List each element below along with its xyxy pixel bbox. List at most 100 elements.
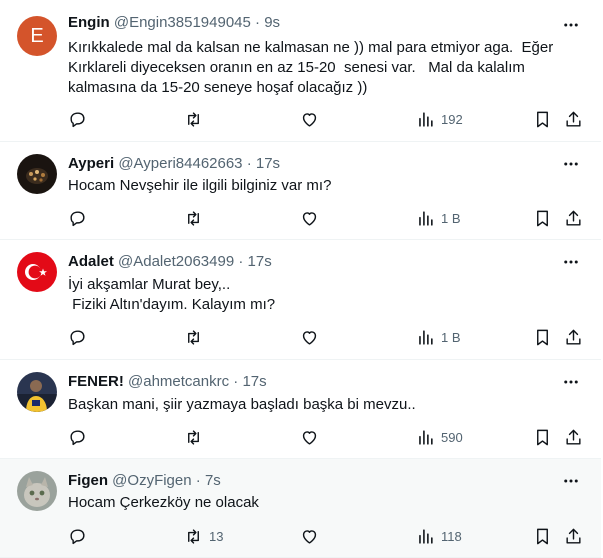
reply-icon xyxy=(70,528,85,544)
timestamp[interactable]: 9s xyxy=(264,14,280,31)
reply-button[interactable] xyxy=(68,207,87,229)
retweet-icon xyxy=(188,210,199,226)
user-handle[interactable]: @Ayperi84462663 xyxy=(118,155,242,172)
retweet-icon xyxy=(188,528,199,544)
user-handle[interactable]: @OzyFigen xyxy=(112,472,191,489)
retweet-count: 13 xyxy=(209,528,224,544)
views-button[interactable]: 1 B xyxy=(416,207,461,229)
avatar[interactable]: E xyxy=(17,16,57,56)
share-button[interactable] xyxy=(564,326,583,348)
more-icon[interactable] xyxy=(559,372,583,392)
share-icon xyxy=(566,429,581,445)
views-button[interactable]: 590 xyxy=(416,426,463,448)
tweet-text: İyi akşamlar Murat bey,.. Fiziki Altın'd… xyxy=(68,276,276,313)
avatar[interactable] xyxy=(17,471,57,511)
views-button[interactable]: 118 xyxy=(416,525,462,547)
timestamp[interactable]: 17s xyxy=(248,253,272,270)
share-button[interactable] xyxy=(564,426,583,448)
views-count: 192 xyxy=(441,111,463,127)
separator-dot: · xyxy=(195,472,201,489)
user-handle[interactable]: @ahmetcankrc xyxy=(128,373,229,390)
like-button[interactable] xyxy=(300,108,319,130)
views-icon xyxy=(419,111,433,127)
bookmark-button[interactable] xyxy=(533,207,552,229)
display-name[interactable]: FENER! xyxy=(68,373,124,390)
views-icon xyxy=(419,528,433,544)
retweet-button[interactable] xyxy=(184,326,209,348)
bookmark-button[interactable] xyxy=(533,525,552,547)
avatar[interactable] xyxy=(17,252,57,292)
bookmark-icon xyxy=(537,528,548,544)
tweet-text: Kırıkkalede mal da kalsan ne kalmasan ne… xyxy=(68,39,554,96)
retweet-icon xyxy=(188,429,199,445)
retweet-icon xyxy=(188,111,199,127)
like-icon xyxy=(302,529,317,544)
timestamp[interactable]: 7s xyxy=(205,472,221,489)
separator-dot: · xyxy=(246,155,252,172)
more-icon[interactable] xyxy=(559,252,583,272)
share-icon xyxy=(566,210,581,226)
separator-dot: · xyxy=(255,14,261,31)
display-name[interactable]: Engin xyxy=(68,14,110,31)
reply-icon xyxy=(70,429,85,445)
retweet-button[interactable] xyxy=(184,207,209,229)
bookmark-icon xyxy=(537,111,548,127)
separator-dot: · xyxy=(233,373,239,390)
like-button[interactable] xyxy=(300,426,319,448)
action-bar: 590 xyxy=(68,426,588,448)
bookmark-button[interactable] xyxy=(533,108,552,130)
share-button[interactable] xyxy=(564,108,583,130)
display-name[interactable]: Figen xyxy=(68,472,108,489)
bookmark-button[interactable] xyxy=(533,426,552,448)
share-icon xyxy=(566,329,581,345)
tweet-ayperi[interactable]: Ayperi @Ayperi84462663 · 17s Hocam Nevşe… xyxy=(0,142,601,240)
user-handle[interactable]: @Engin3851949045 xyxy=(114,14,251,31)
tweet-header: FENER! @ahmetcankrc · 17s xyxy=(68,372,267,392)
tweet-header: Ayperi @Ayperi84462663 · 17s xyxy=(68,154,280,174)
reply-icon xyxy=(70,210,85,226)
like-icon xyxy=(302,112,317,127)
tweet-engin[interactable]: E Engin @Engin3851949045 · 9s Kırıkkaled… xyxy=(0,0,601,142)
views-count: 1 B xyxy=(441,210,461,226)
bookmark-button[interactable] xyxy=(533,326,552,348)
views-count: 1 B xyxy=(441,329,461,345)
like-button[interactable] xyxy=(300,326,319,348)
timestamp[interactable]: 17s xyxy=(256,155,280,172)
tweet-header: Adalet @Adalet2063499 · 17s xyxy=(68,252,272,272)
tweet-header: Figen @OzyFigen · 7s xyxy=(68,471,221,491)
tweet-fener[interactable]: FENER! @ahmetcankrc · 17s Başkan mani, ş… xyxy=(0,360,601,459)
display-name[interactable]: Adalet xyxy=(68,253,114,270)
timestamp[interactable]: 17s xyxy=(242,373,266,390)
reply-button[interactable] xyxy=(68,525,87,547)
share-icon xyxy=(566,528,581,544)
more-icon[interactable] xyxy=(559,15,583,35)
reply-button[interactable] xyxy=(68,108,87,130)
avatar[interactable] xyxy=(17,372,57,412)
views-button[interactable]: 192 xyxy=(416,108,463,130)
reply-button[interactable] xyxy=(68,326,87,348)
retweet-button[interactable] xyxy=(184,426,209,448)
tweet-figen[interactable]: Figen @OzyFigen · 7s Hocam Çerkezköy ne … xyxy=(0,459,601,558)
display-name[interactable]: Ayperi xyxy=(68,155,114,172)
retweet-button[interactable]: 13 xyxy=(184,525,223,547)
like-button[interactable] xyxy=(300,207,319,229)
share-button[interactable] xyxy=(564,207,583,229)
share-button[interactable] xyxy=(564,525,583,547)
more-icon[interactable] xyxy=(559,471,583,491)
separator-dot: · xyxy=(238,253,244,270)
more-icon[interactable] xyxy=(559,154,583,174)
like-icon xyxy=(302,330,317,345)
views-count: 590 xyxy=(441,429,463,445)
bookmark-icon xyxy=(537,210,548,226)
reply-button[interactable] xyxy=(68,426,87,448)
tweet-adalet[interactable]: Adalet @Adalet2063499 · 17s İyi akşamlar… xyxy=(0,240,601,360)
retweet-button[interactable] xyxy=(184,108,209,130)
user-handle[interactable]: @Adalet2063499 xyxy=(118,253,234,270)
action-bar: 13 118 xyxy=(68,525,588,547)
like-button[interactable] xyxy=(300,525,319,547)
tweet-text: Hocam Nevşehir ile ilgili bilginiz var m… xyxy=(68,177,332,194)
tweet-text: Başkan mani, şiir yazmaya başladı başka … xyxy=(68,396,416,413)
views-button[interactable]: 1 B xyxy=(416,326,461,348)
avatar[interactable] xyxy=(17,154,57,194)
action-bar: 192 xyxy=(68,108,588,130)
